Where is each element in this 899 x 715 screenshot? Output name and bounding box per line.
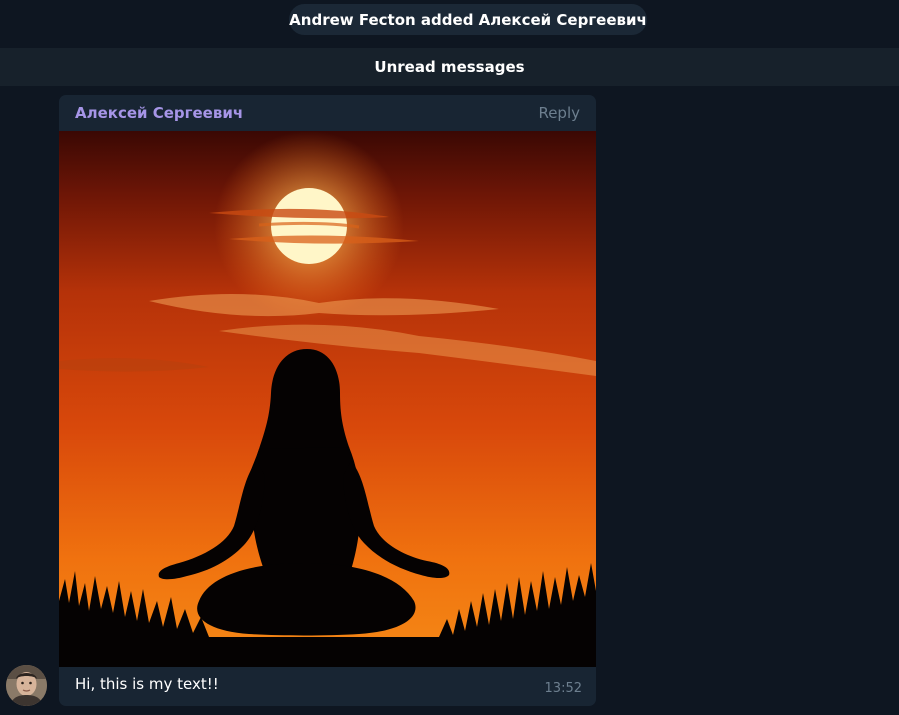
- reply-button[interactable]: Reply: [538, 104, 580, 122]
- sender-name[interactable]: Алексей Сергеевич: [75, 104, 243, 122]
- photo-attachment[interactable]: [59, 131, 596, 667]
- unread-messages-label: Unread messages: [374, 58, 525, 76]
- message-time: 13:52: [544, 681, 582, 696]
- avatar-photo-icon: [6, 665, 47, 706]
- message-bubble[interactable]: Алексей Сергеевич Reply Hi, this is my t…: [59, 95, 596, 706]
- message-header: Алексей Сергеевич Reply: [59, 95, 596, 131]
- service-message-row: Andrew Fecton added Алексей Сергеевич: [0, 4, 899, 35]
- user-avatar-icon[interactable]: [6, 665, 47, 706]
- unread-messages-bar: Unread messages: [0, 48, 899, 86]
- service-message-text: Andrew Fecton added Алексей Сергеевич: [289, 10, 647, 29]
- service-message: Andrew Fecton added Алексей Сергеевич: [289, 4, 647, 35]
- sunset-meditation-photo-icon: [59, 131, 596, 667]
- message-caption: Hi, this is my text!!: [75, 675, 219, 693]
